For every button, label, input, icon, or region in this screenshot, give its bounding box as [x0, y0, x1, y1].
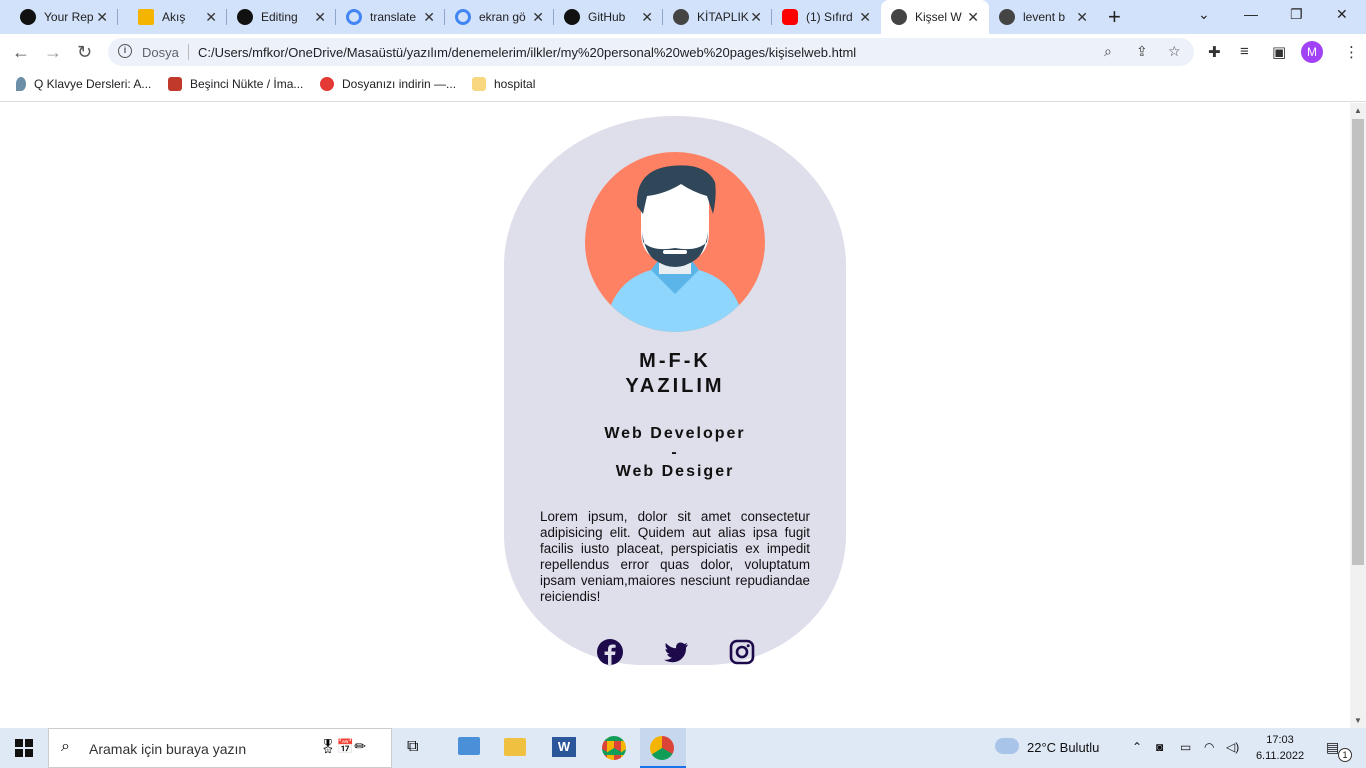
close-icon[interactable]: ✕	[967, 9, 979, 26]
notification-badge: 1	[1338, 748, 1352, 762]
close-icon[interactable]: ✕	[532, 9, 544, 26]
meet-icon[interactable]: ◙	[1156, 740, 1163, 754]
site-logo-icon	[168, 77, 182, 91]
google-icon	[455, 9, 471, 25]
tab-9[interactable]: levent b ✕	[989, 0, 1098, 34]
windows-start-icon[interactable]	[15, 739, 33, 757]
file-explorer-icon[interactable]	[504, 738, 526, 756]
minimize-button[interactable]: —	[1244, 6, 1258, 22]
droplet-icon	[16, 77, 26, 91]
share-icon[interactable]: ⇪	[1136, 43, 1148, 60]
close-icon[interactable]: ✕	[423, 9, 435, 26]
wifi-icon[interactable]: ◠	[1204, 740, 1214, 754]
back-icon[interactable]: ←	[12, 42, 30, 63]
battery-icon[interactable]: ▭	[1180, 740, 1191, 754]
site-owner-name: M-F-K YAZILIM	[625, 350, 725, 397]
new-tab-button[interactable]: +	[1108, 4, 1121, 30]
windows-taskbar: ⌕ Aramak için buraya yazın 🎖📅✏ ⧉ W 22°C …	[0, 728, 1366, 768]
bookmark-star-icon[interactable]: ☆	[1168, 43, 1181, 60]
tab-2[interactable]: Editing ✕	[227, 0, 336, 34]
weather-text[interactable]: 22°C Bulutlu	[1027, 740, 1099, 755]
close-icon[interactable]: ✕	[750, 9, 762, 26]
google-icon	[346, 9, 362, 25]
info-icon[interactable]: i	[118, 44, 132, 58]
tab-8-active[interactable]: Kişsel W ✕	[881, 0, 989, 34]
media-icon[interactable]: ≡	[1240, 43, 1249, 60]
avatar-illustration	[585, 152, 765, 332]
classroom-icon	[138, 9, 154, 25]
url-text[interactable]: C:/Users/mfkor/OneDrive/Masaüstü/yazılım…	[198, 45, 856, 60]
close-icon[interactable]: ✕	[96, 9, 108, 26]
forward-icon[interactable]: →	[44, 42, 62, 63]
bookmarks-bar: Q Klavye Dersleri: A... Beşinci Nükte / …	[0, 70, 1366, 102]
bookmark-1[interactable]: Beşinci Nükte / İma...	[168, 77, 303, 91]
page-scrollbar[interactable]: ▲ ▼	[1350, 103, 1366, 728]
tab-strip: Your Rep ✕ Akış ✕ Editing ✕ translate ✕ …	[0, 0, 1366, 34]
tab-6[interactable]: KİTAPLIK ✕	[663, 0, 772, 34]
clock[interactable]: 17:03 6.11.2022	[1252, 732, 1308, 764]
facebook-icon[interactable]	[596, 638, 624, 666]
search-icon: ⌕	[61, 738, 70, 755]
job-title: Web Developer - Web Desiger	[604, 425, 746, 480]
bookmark-0[interactable]: Q Klavye Dersleri: A...	[16, 77, 151, 91]
tab-1[interactable]: Akış ✕	[118, 0, 227, 34]
github-icon	[564, 9, 580, 25]
profile-avatar[interactable]: M	[1301, 41, 1323, 63]
scroll-up-icon[interactable]: ▲	[1354, 106, 1362, 115]
menu-icon[interactable]: ⋮	[1344, 43, 1359, 61]
github-icon	[20, 9, 36, 25]
close-icon[interactable]: ✕	[1076, 9, 1088, 26]
chrome-profile-icon[interactable]	[650, 736, 674, 760]
tab-3[interactable]: translate ✕	[336, 0, 445, 34]
scheme-label: Dosya	[142, 45, 179, 60]
scroll-down-icon[interactable]: ▼	[1354, 716, 1362, 725]
about-text: Lorem ipsum, dolor sit amet consectetur …	[540, 509, 810, 604]
tab-0[interactable]: Your Rep ✕	[0, 0, 118, 34]
twitter-icon[interactable]	[662, 638, 690, 666]
download-site-icon	[320, 77, 334, 91]
profile-card: M-F-K YAZILIM Web Developer - Web Desige…	[504, 116, 846, 666]
close-icon[interactable]: ✕	[205, 9, 217, 26]
side-panel-icon[interactable]: ▣	[1272, 43, 1286, 61]
browser-toolbar: ← → ↻ i Dosya C:/Users/mfkor/OneDrive/Ma…	[0, 34, 1366, 70]
computer-app-icon[interactable]	[458, 737, 480, 755]
bookmark-2[interactable]: Dosyanızı indirin —...	[320, 77, 456, 91]
page-viewport: M-F-K YAZILIM Web Developer - Web Desige…	[0, 103, 1350, 728]
search-highlight-icon: 🎖📅✏	[319, 738, 366, 754]
reload-icon[interactable]: ↻	[77, 42, 92, 63]
globe-icon	[999, 9, 1015, 25]
close-icon[interactable]: ✕	[859, 9, 871, 26]
address-bar[interactable]: i Dosya C:/Users/mfkor/OneDrive/Masaüstü…	[108, 38, 1194, 66]
close-icon[interactable]: ✕	[314, 9, 326, 26]
chrome-icon[interactable]	[602, 736, 626, 760]
instagram-icon[interactable]	[728, 638, 756, 666]
zoom-search-icon[interactable]: ⌕	[1104, 43, 1112, 60]
globe-icon	[891, 9, 907, 25]
folder-icon	[472, 77, 486, 91]
taskbar-search[interactable]: ⌕ Aramak için buraya yazın 🎖📅✏	[48, 728, 392, 768]
tab-7[interactable]: (1) Sıfırd ✕	[772, 0, 881, 34]
tray-chevron-icon[interactable]: ⌃	[1132, 740, 1142, 754]
github-icon	[237, 9, 253, 25]
scrollbar-thumb[interactable]	[1352, 119, 1364, 565]
close-icon[interactable]: ✕	[641, 9, 653, 26]
tab-4[interactable]: ekran gö ✕	[445, 0, 554, 34]
task-view-icon[interactable]: ⧉	[407, 738, 418, 756]
youtube-icon	[782, 9, 798, 25]
globe-icon	[673, 9, 689, 25]
extensions-icon[interactable]: ✚	[1208, 43, 1221, 61]
close-window-button[interactable]: ✕	[1336, 6, 1348, 23]
cloud-icon	[995, 738, 1019, 754]
volume-icon[interactable]: ◁)	[1226, 740, 1239, 754]
word-icon[interactable]: W	[552, 737, 576, 757]
restore-button[interactable]: ❐	[1290, 6, 1303, 23]
tab-search-icon[interactable]: ⌄	[1198, 6, 1210, 23]
tab-5[interactable]: GitHub ✕	[554, 0, 663, 34]
bookmark-3[interactable]: hospital	[472, 77, 535, 91]
